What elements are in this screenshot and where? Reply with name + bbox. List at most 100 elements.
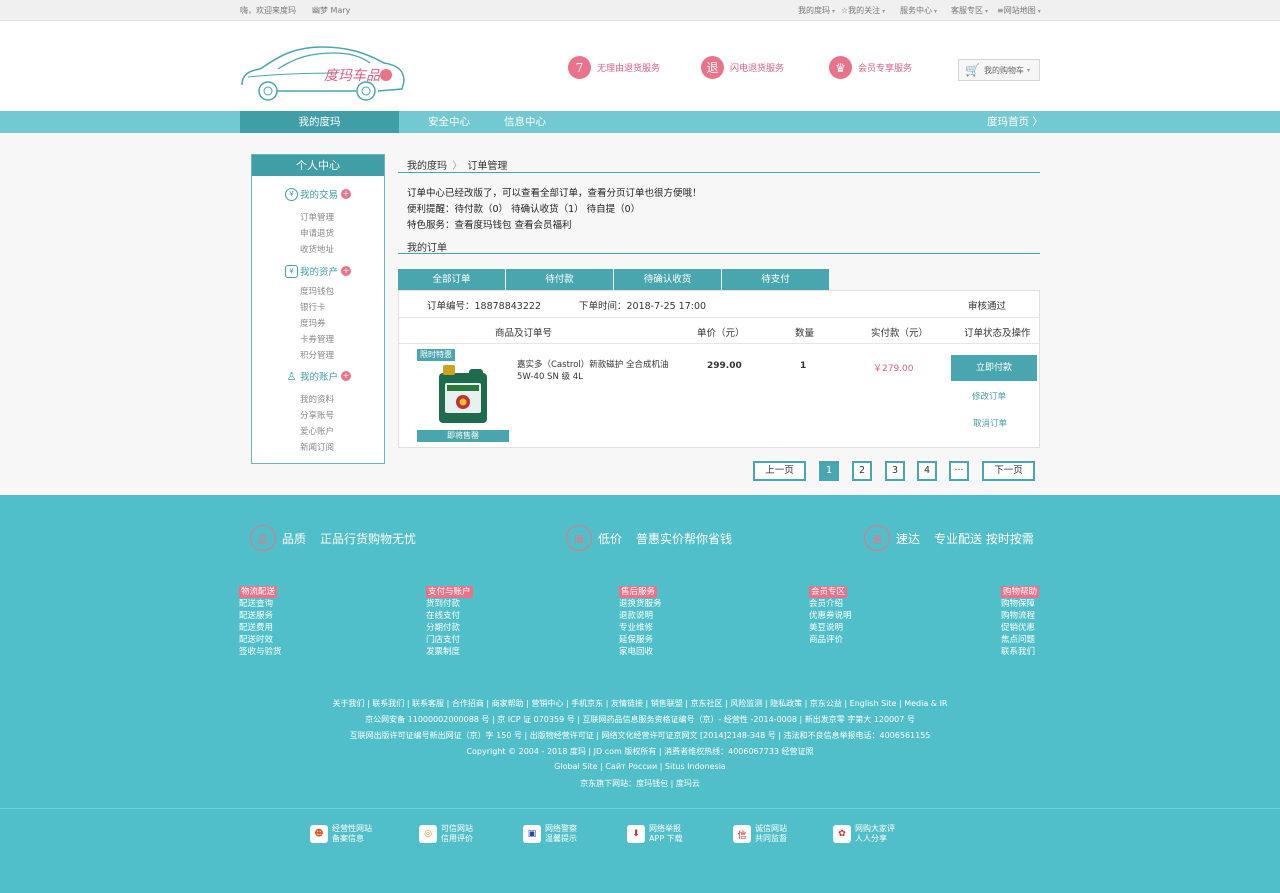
top-link-support[interactable]: 客服专区 ▾ — [951, 5, 988, 16]
footer-link[interactable]: 门店支付 — [426, 634, 473, 646]
plus-icon: + — [341, 371, 352, 381]
sidebar-item-charity[interactable]: 爱心账户 — [300, 425, 334, 437]
footer-link[interactable]: 延保服务 — [619, 634, 662, 646]
sidebar-item-profile[interactable]: 我的资料 — [300, 393, 334, 405]
sidebar-item-coupons[interactable]: 度玛券 — [300, 317, 326, 329]
sidebar-item-points[interactable]: 积分管理 — [300, 349, 334, 361]
footer-link[interactable]: 联系我们 — [1001, 646, 1039, 658]
service-return[interactable]: 7 无理由退货服务 — [568, 56, 660, 79]
shield-yen-icon: ¥ — [285, 264, 298, 278]
footer-link[interactable]: 家电回收 — [619, 646, 662, 658]
tab-pending-receipt[interactable]: 待确认收货 — [614, 269, 721, 290]
sidebar-group-trade[interactable]: ¥ 我的交易 + — [285, 187, 352, 201]
cart-button[interactable]: 🛒 我的购物车 ▾ — [958, 59, 1040, 81]
refund-icon: 退 — [701, 56, 724, 79]
service-member[interactable]: ♛ 会员专享服务 — [829, 56, 912, 79]
main-nav: 我的度玛 安全中心 信息中心 度玛首页 〉 — [0, 111, 1280, 133]
footer-link[interactable]: 发票制度 — [426, 646, 473, 658]
tab-to-pay[interactable]: 待支付 — [722, 269, 829, 290]
nav-item-info[interactable]: 信息中心 — [504, 111, 546, 133]
footer-link[interactable]: 购物保障 — [1001, 598, 1039, 610]
nav-item-my-duma[interactable]: 我的度玛 — [240, 111, 399, 133]
page-button[interactable]: 1 — [819, 461, 839, 481]
sidebar-item-orders[interactable]: 订单管理 — [300, 211, 334, 223]
footer-links-line[interactable]: 关于我们 | 联系我们 | 联系客服 | 合作招商 | 商家帮助 | 营销中心 … — [0, 698, 1280, 709]
footer-link[interactable]: 优惠券说明 — [809, 610, 852, 622]
top-link-follow[interactable]: ☆我的关注 ▾ — [841, 5, 885, 16]
footer-link[interactable]: 会员介绍 — [809, 598, 852, 610]
footer-link[interactable]: 促销优惠 — [1001, 622, 1039, 634]
page-button[interactable]: 2 — [852, 461, 872, 481]
footer-column-title: 物流配送 — [239, 586, 278, 598]
feature-title: 速达 — [896, 531, 921, 546]
cert-badge[interactable]: ✿ 网购大家评 人人分享 — [833, 824, 895, 844]
feature-desc: 正品行货购物无忧 — [320, 531, 417, 546]
breadcrumb-current: 订单管理 — [467, 161, 508, 172]
sidebar-group-account[interactable]: ♙ 我的账户 + — [285, 369, 352, 383]
cert-badge[interactable]: 信 诚信网站 共同监督 — [733, 824, 787, 844]
footer-link[interactable]: 在线支付 — [426, 610, 473, 622]
sidebar-item-wallet[interactable]: 度玛钱包 — [300, 285, 334, 297]
footer-link[interactable]: 配送时效 — [239, 634, 282, 646]
sidebar-item-newsletter[interactable]: 新闻订阅 — [300, 441, 334, 453]
product-image[interactable]: 限时特惠 即将售罄 — [417, 349, 509, 442]
chevron-down-icon: ▾ — [934, 8, 938, 15]
pay-now-button[interactable]: 立即付款 — [951, 355, 1037, 381]
sidebar-item-returns[interactable]: 申请退货 — [300, 227, 334, 239]
cert-badge[interactable]: ▣ 网络警察 温馨提示 — [523, 824, 577, 844]
nav-item-security[interactable]: 安全中心 — [428, 111, 470, 133]
cert-badge[interactable]: ◎ 可信网站 信用评价 — [419, 824, 473, 844]
footer-link[interactable]: 签收与验货 — [239, 646, 282, 658]
cert-badge[interactable]: ☻ 经营性网站 备案信息 — [310, 824, 372, 844]
sidebar-item-bank-card[interactable]: 银行卡 — [300, 301, 326, 313]
footer-link[interactable]: 配送服务 — [239, 610, 282, 622]
footer-global-sites[interactable]: Global Site | Сайт России | Situs Indone… — [0, 762, 1280, 771]
col-header-paid: 实付款（元） — [871, 328, 929, 339]
feature-title: 低价 — [598, 531, 623, 546]
top-link-my[interactable]: 我的度玛 ▾ — [798, 5, 835, 16]
chevron-right-icon: 〉 — [452, 161, 463, 172]
sidebar-item-share[interactable]: 分享账号 — [300, 409, 334, 421]
site-logo[interactable]: 度玛车品 — [238, 41, 408, 101]
tab-all-orders[interactable]: 全部订单 — [398, 269, 505, 290]
next-page-button[interactable]: 下一页 — [982, 461, 1035, 481]
footer-link[interactable]: 购物流程 — [1001, 610, 1039, 622]
footer-link[interactable]: 配送费用 — [239, 622, 282, 634]
footer-link[interactable]: 商品评价 — [809, 634, 852, 646]
top-link-sitemap[interactable]: ≡网站地图 ▾ — [997, 5, 1041, 16]
prev-page-button[interactable]: 上一页 — [753, 461, 806, 481]
cancel-order-link[interactable]: 取消订单 — [973, 417, 1007, 429]
breadcrumb-root[interactable]: 我的度玛 — [407, 161, 447, 172]
sidebar-item-card-manage[interactable]: 卡券管理 — [300, 333, 334, 345]
footer-link[interactable]: 分期付款 — [426, 622, 473, 634]
top-link-label: 服务中心 — [900, 6, 932, 15]
cert-line: APP 下载 — [649, 834, 683, 843]
service-refund[interactable]: 退 闪电退货服务 — [701, 56, 784, 79]
footer-link[interactable]: 配送查询 — [239, 598, 282, 610]
sidebar-item-address[interactable]: 收货地址 — [300, 243, 334, 255]
cert-line: 可信网站 — [441, 824, 473, 833]
footer-link[interactable]: 专业维修 — [619, 622, 662, 634]
footer-link[interactable]: 焦点问题 — [1001, 634, 1039, 646]
nav-home-link[interactable]: 度玛首页 〉 — [987, 111, 1043, 133]
col-header-qty: 数量 — [795, 328, 815, 339]
footer-column-members: 会员专区 会员介绍 优惠券说明 美豆说明 商品评价 — [809, 586, 852, 646]
cert-text: 网络警察 温馨提示 — [545, 824, 577, 844]
feature-desc: 专业配送 按时按需 — [934, 531, 1034, 546]
sidebar-group-title: 我的交易 — [300, 190, 339, 201]
footer-link[interactable]: 货到付款 — [426, 598, 473, 610]
sidebar-group-assets[interactable]: ¥ 我的资产 + — [285, 264, 352, 278]
footer-link[interactable]: 退换货服务 — [619, 598, 662, 610]
top-link-label: ☆我的关注 — [841, 6, 881, 15]
footer-sister-sites[interactable]: 京东旗下网站：度玛钱包 | 度玛云 — [0, 778, 1280, 789]
cert-badge[interactable]: ⬇ 网络举报 APP 下载 — [627, 824, 683, 844]
product-name[interactable]: 嘉实多（Castrol）新款磁护 全合成机油 5W-40 SN 级 4L — [517, 359, 668, 383]
modify-order-link[interactable]: 修改订单 — [972, 390, 1006, 402]
footer-link[interactable]: 退款说明 — [619, 610, 662, 622]
tab-pending-payment[interactable]: 待付款 — [506, 269, 613, 290]
footer-link[interactable]: 美豆说明 — [809, 622, 852, 634]
top-link-service[interactable]: 服务中心 ▾ — [900, 5, 937, 16]
user-name-link[interactable]: 幽梦 Mary — [312, 5, 350, 16]
page-button[interactable]: 3 — [885, 461, 905, 481]
page-button[interactable]: 4 — [917, 461, 937, 481]
